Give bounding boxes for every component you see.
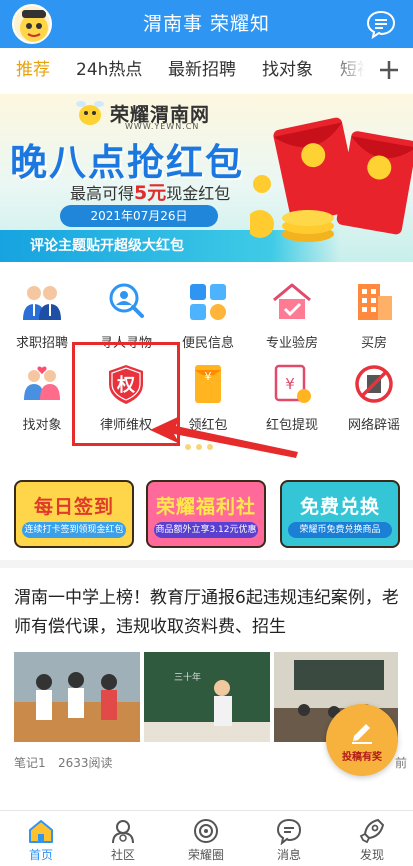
- red-envelope-illustration-icon: [250, 117, 413, 242]
- promo-sub: 荣耀币免费兑换商品: [288, 522, 392, 538]
- promo-sub: 连续打卡签到领现金红包: [22, 522, 126, 538]
- nav-label: 发现: [359, 848, 384, 862]
- no-rumor-icon: [352, 362, 396, 406]
- search-person-icon: [104, 280, 148, 324]
- nav-circle[interactable]: 荣耀圈: [165, 811, 247, 866]
- daily-checkin-card[interactable]: 每日签到 连续打卡签到领现金红包: [14, 480, 134, 548]
- promo-title: 每日签到: [33, 496, 114, 518]
- nav-label: 荣耀圈: [187, 848, 224, 862]
- section-divider: [0, 560, 413, 568]
- grid-label: 专业验房: [265, 336, 318, 351]
- pen-write-icon: [352, 724, 372, 744]
- banner-date: 2021年07月26日: [60, 205, 218, 227]
- building-icon: [352, 280, 396, 324]
- banner-subtitle-prefix: 最高可得: [70, 184, 135, 203]
- page-title: 渭南事 荣耀知: [142, 13, 271, 35]
- tab-recommend[interactable]: 推荐: [16, 48, 50, 92]
- couple-icon: [20, 362, 64, 406]
- post-button-label: 投稿有奖: [342, 752, 382, 763]
- pager-dot: [196, 444, 202, 450]
- grid-label: 网络辟谣: [347, 418, 400, 433]
- nav-label: 社区: [110, 848, 135, 862]
- nav-home[interactable]: 首页: [0, 811, 82, 866]
- bottom-nav: 首页 社区 荣耀圈 消息 发现: [0, 810, 413, 866]
- bee-mascot-icon: [76, 101, 104, 125]
- pager-dot: [207, 444, 213, 450]
- promo-sub: 商品额外立享3.12元优惠: [154, 522, 258, 538]
- promo-title: 免费兑换: [299, 496, 380, 518]
- home-icon: [27, 817, 55, 845]
- message-icon: [275, 817, 303, 846]
- promo-banner[interactable]: 荣耀渭南网 WWW.YEWN.CN 晚八点抢红包 最高可得5元现金红包 2021…: [0, 94, 413, 262]
- article-reads: 2633阅读: [58, 756, 113, 770]
- nav-community[interactable]: 社区: [82, 811, 164, 866]
- nav-label: 消息: [276, 848, 301, 862]
- circle-eye-icon: [192, 817, 220, 845]
- nav-discover[interactable]: 发现: [331, 811, 413, 866]
- banner-url: WWW.YEWN.CN: [125, 122, 200, 131]
- chat-bubble-icon[interactable]: [365, 8, 397, 40]
- svg-text:¥: ¥: [285, 375, 295, 393]
- community-icon: [109, 817, 137, 845]
- pager-dot: [185, 444, 191, 450]
- tab-24h-hot[interactable]: 24h热点: [76, 48, 142, 92]
- article-thumb-2[interactable]: 三十年: [144, 652, 270, 742]
- post-button[interactable]: 投稿有奖: [326, 704, 398, 776]
- article-title[interactable]: 渭南一中学上榜！教育厅通报6起违规违纪案例，老师有偿代课，违规收取资料费、招生: [14, 584, 404, 642]
- tab-dating[interactable]: 找对象: [262, 48, 313, 92]
- rocket-icon: [358, 817, 386, 845]
- job-people-icon: [20, 280, 64, 324]
- svg-text:三十年: 三十年: [174, 671, 201, 683]
- grid-item-dating[interactable]: 找对象: [0, 362, 80, 462]
- promo-title: 荣耀福利社: [155, 496, 256, 518]
- article-thumb-1[interactable]: [14, 652, 140, 742]
- info-grid-icon: [186, 280, 230, 324]
- house-check-icon: [270, 280, 314, 324]
- banner-subtitle: 最高可得5元现金红包: [70, 178, 230, 205]
- nav-label: 首页: [28, 848, 53, 862]
- free-exchange-card[interactable]: 免费兑换 荣耀币免费兑换商品: [280, 480, 400, 548]
- pager-dots: [185, 444, 245, 452]
- grid-label: 买房: [360, 336, 387, 351]
- article-author: 笔记1: [14, 756, 46, 770]
- banner-subtitle-suffix: 现金红包: [166, 184, 231, 203]
- tab-jobs[interactable]: 最新招聘: [168, 48, 236, 92]
- welfare-club-card[interactable]: 荣耀福利社 商品额外立享3.12元优惠: [146, 480, 266, 548]
- grid-item-anti-rumor[interactable]: 网络辟谣: [332, 362, 412, 462]
- category-tabs: 推荐 24h热点 最新招聘 找对象 短视: [0, 48, 413, 92]
- nav-messages[interactable]: 消息: [248, 811, 330, 866]
- svg-text:¥: ¥: [205, 370, 212, 383]
- plus-icon[interactable]: [373, 54, 405, 86]
- banner-subtitle-amount: 5元: [134, 182, 167, 204]
- app-header: 渭南事 荣耀知: [0, 0, 413, 48]
